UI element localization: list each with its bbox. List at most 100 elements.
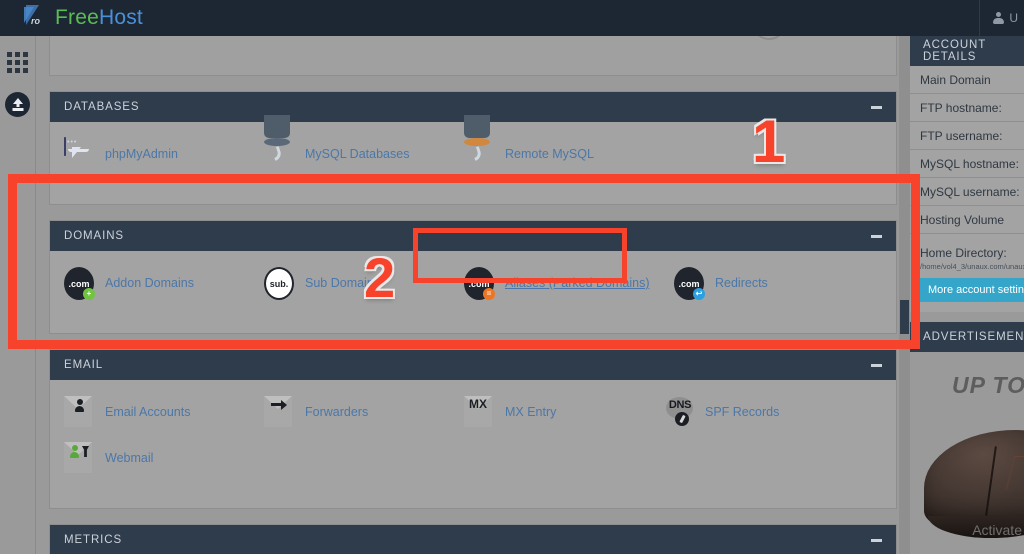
section-header-metrics[interactable]: METRICS [50, 525, 896, 554]
com-text: .com [68, 278, 90, 289]
com-text: sub. [269, 278, 289, 289]
home-directory-label: Home Directory: [920, 246, 1007, 260]
main-content: DATABASES ••• phpMyAdmin MySQL Databases… [36, 36, 910, 554]
top-bar: ro FreeHost U [0, 0, 1024, 36]
section-databases: DATABASES ••• phpMyAdmin MySQL Databases… [49, 91, 897, 205]
user-menu[interactable]: U [979, 0, 1024, 36]
com-text: .com [468, 278, 490, 289]
plus-badge-icon: + [83, 288, 95, 300]
collapse-icon[interactable] [871, 363, 882, 367]
item-webmail[interactable]: Webmail [64, 442, 264, 474]
advertisement-header: ADVERTISEMENT [910, 322, 1024, 352]
right-sidebar: ACCOUNT DETAILS Main Domain FTP hostname… [910, 36, 1024, 554]
item-spf-records[interactable]: DNS SPF Records [664, 396, 864, 428]
more-account-settings-button[interactable]: More account settings [920, 278, 1024, 302]
item-label: SPF Records [705, 405, 780, 419]
mx-glyph: MX [469, 397, 487, 411]
item-label: MySQL Databases [305, 147, 410, 161]
brand-logo[interactable]: ro FreeHost [22, 4, 143, 32]
collapse-icon[interactable] [871, 234, 882, 238]
main-scrollbar-track[interactable] [899, 36, 910, 554]
addon-domains-icon: .com + [64, 267, 96, 300]
item-aliases-parked-domains[interactable]: .com = Aliases (Parked Domains) [464, 267, 674, 300]
section-title: DATABASES [64, 101, 140, 113]
item-mx-entry[interactable]: MX MX Entry [464, 396, 664, 428]
activate-watermark: Activate [972, 522, 1022, 538]
user-icon [992, 11, 1004, 25]
cpanel-screen: ro FreeHost U DATABASES ••• phpMyAdmin M… [0, 0, 1024, 554]
spf-records-icon: DNS [664, 396, 696, 428]
item-label: Sub Domains [305, 276, 381, 290]
redirect-badge-icon: ↩ [693, 288, 705, 300]
brand-text: FreeHost [55, 6, 143, 30]
item-label: phpMyAdmin [105, 147, 178, 161]
account-row-mysql-hostname: MySQL hostname: [910, 150, 1024, 178]
dns-glyph: DNS [668, 399, 692, 411]
account-row-mysql-username: MySQL username: [910, 178, 1024, 206]
home-directory-value: /home/vol4_3/unaux.com/unaux [920, 262, 1024, 271]
section-header-domains[interactable]: DOMAINS [50, 221, 896, 251]
flag-logo-icon: ro [22, 4, 48, 32]
mysql-databases-icon [264, 115, 296, 170]
item-redirects[interactable]: .com ↩ Redirects [674, 267, 834, 300]
mx-entry-icon: MX [464, 396, 496, 428]
item-label: Webmail [105, 451, 154, 465]
leather-cap-photo [924, 430, 1024, 538]
item-label: Addon Domains [105, 276, 194, 290]
collapse-icon[interactable] [871, 538, 882, 542]
section-metrics: METRICS Account Statistics ••• ! [49, 524, 897, 554]
aliases-parked-domains-icon: .com = [464, 267, 496, 300]
section-header-email[interactable]: EMAIL [50, 350, 896, 380]
section-title: METRICS [64, 534, 123, 546]
webmail-icon [64, 442, 96, 474]
brand-ro-text: ro [31, 16, 40, 26]
item-label: Aliases (Parked Domains) [505, 276, 650, 290]
main-scrollbar-thumb[interactable] [900, 300, 909, 334]
advertisement-card: ADVERTISEMENT UP TO Activate [910, 322, 1024, 542]
left-rail [0, 36, 36, 554]
com-text: .com [678, 278, 700, 289]
item-label: MX Entry [505, 405, 557, 419]
account-row-hosting-volume: Hosting Volume [910, 206, 1024, 234]
item-label: Redirects [715, 276, 768, 290]
item-label: Forwarders [305, 405, 369, 419]
account-row-main-domain: Main Domain [910, 66, 1024, 94]
sub-domains-icon: sub. [264, 267, 296, 300]
collapse-icon[interactable] [871, 105, 882, 109]
section-body-domains: .com + Addon Domains sub. Sub Domains .c… [50, 251, 896, 333]
account-details-title: ACCOUNT DETAILS [923, 39, 986, 63]
account-details-card: ACCOUNT DETAILS Main Domain FTP hostname… [910, 36, 1024, 312]
item-phpmyadmin[interactable]: ••• phpMyAdmin [64, 137, 264, 170]
phpmyadmin-icon: ••• [64, 137, 96, 170]
advertisement-image[interactable]: UP TO Activate [910, 352, 1024, 542]
account-row-ftp-username: FTP username: [910, 122, 1024, 150]
item-label: Remote MySQL [505, 147, 594, 161]
upload-icon[interactable] [5, 92, 30, 117]
item-remote-mysql[interactable]: Remote MySQL [464, 115, 664, 170]
home-directory-block: Home Directory: /home/vol4_3/unaux.com/u… [910, 234, 1024, 312]
section-body-databases: ••• phpMyAdmin MySQL Databases Remote My… [50, 115, 896, 204]
brand-host-text: Host [98, 6, 143, 29]
item-sub-domains[interactable]: sub. Sub Domains [264, 267, 464, 300]
section-title: EMAIL [64, 359, 104, 371]
remote-mysql-icon [464, 115, 496, 170]
item-mysql-databases[interactable]: MySQL Databases [264, 115, 464, 170]
item-addon-domains[interactable]: .com + Addon Domains [64, 267, 264, 300]
redirects-icon: .com ↩ [674, 267, 706, 300]
account-row-ftp-hostname: FTP hostname: [910, 94, 1024, 122]
grid-icon[interactable] [7, 52, 28, 73]
equals-badge-icon: = [483, 288, 495, 300]
item-forwarders[interactable]: Forwarders [264, 396, 464, 428]
item-email-accounts[interactable]: Email Accounts [64, 396, 264, 428]
section-email: EMAIL Email Accounts Forwarders MX MX En… [49, 349, 897, 509]
user-label: U [1009, 11, 1018, 25]
advertisement-title: ADVERTISEMENT [923, 331, 1024, 343]
forwarders-icon [264, 396, 296, 428]
ad-headline: UP TO [952, 372, 1024, 398]
account-details-header: ACCOUNT DETAILS [910, 36, 1024, 66]
partial-card-above [49, 36, 897, 76]
brand-free-text: Free [55, 6, 99, 29]
email-accounts-icon [64, 396, 96, 428]
section-title: DOMAINS [64, 230, 124, 242]
section-domains: DOMAINS .com + Addon Domains sub. Sub Do… [49, 220, 897, 334]
